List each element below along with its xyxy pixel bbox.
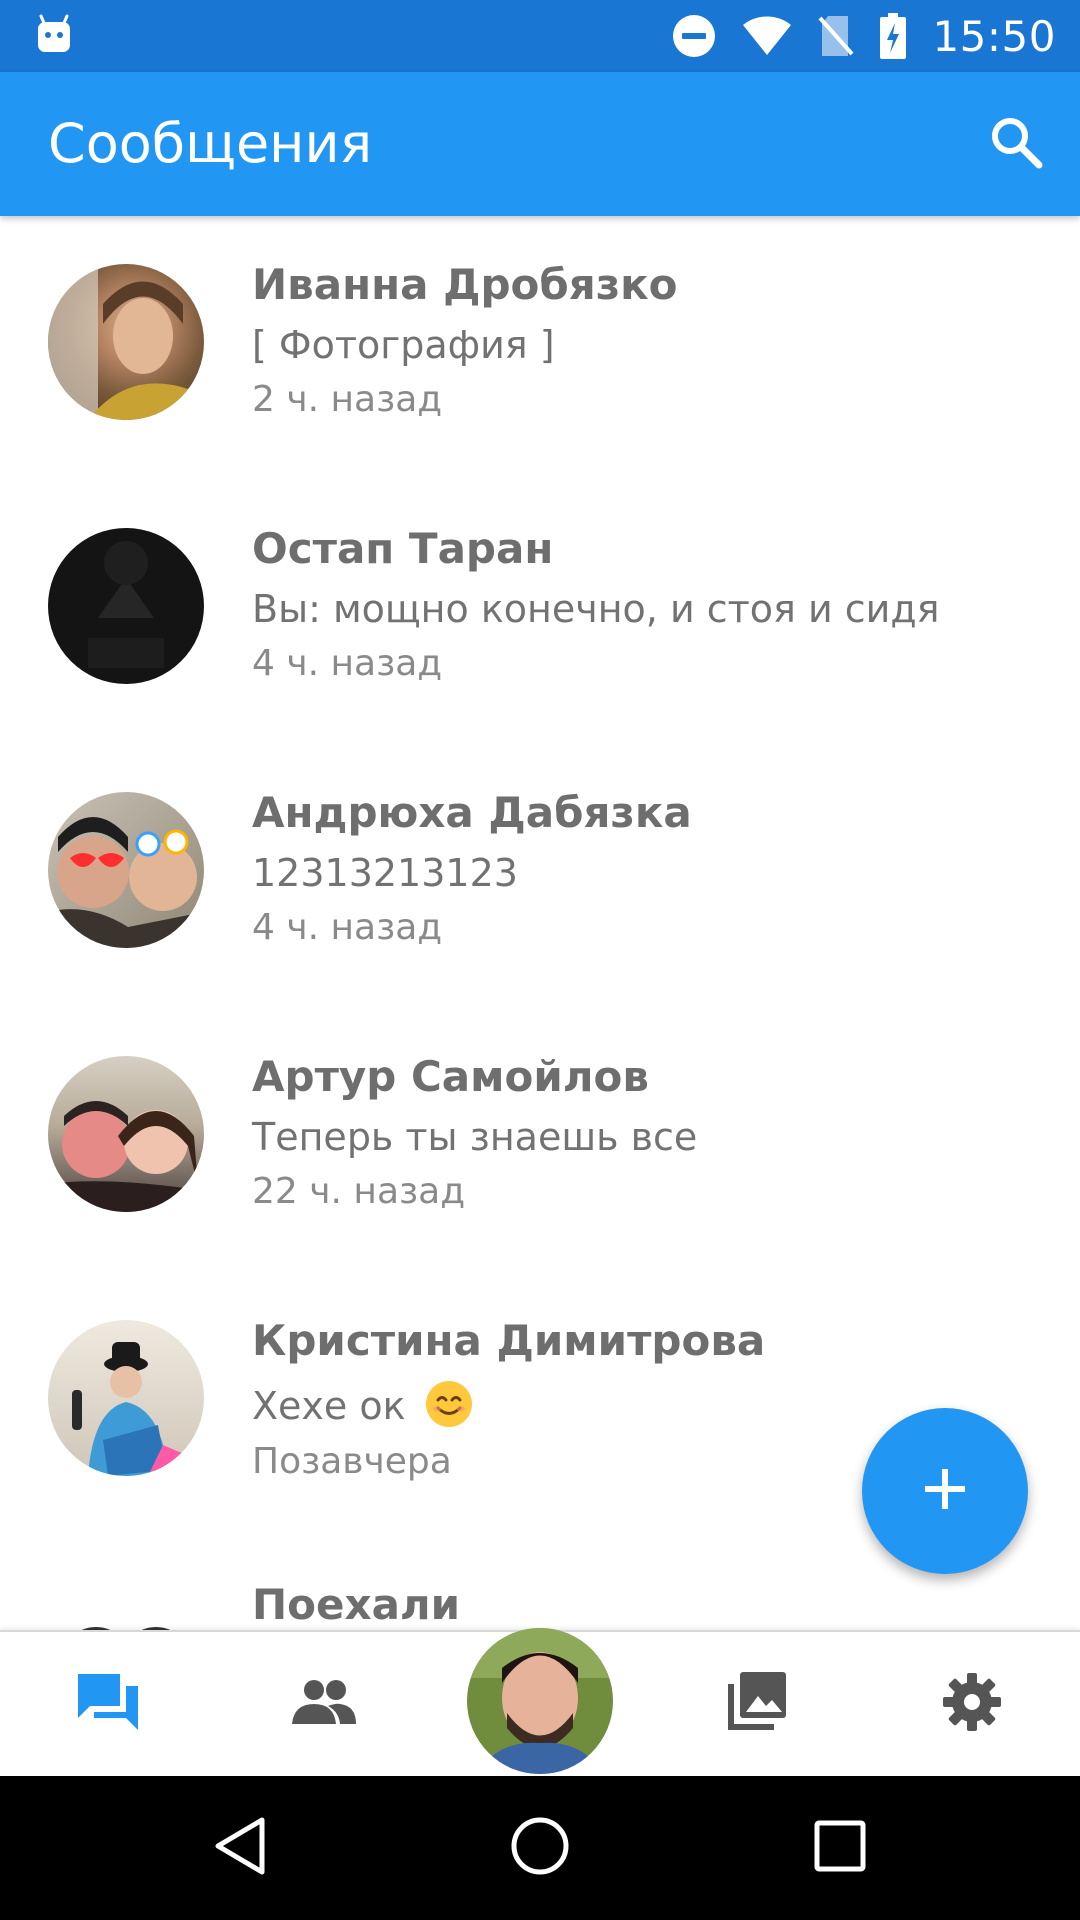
app-bar: Сообщения [0, 72, 1080, 216]
avatar [48, 528, 204, 684]
messages-icon [76, 1672, 140, 1737]
avatar [48, 264, 204, 420]
status-bar: 15:50 [0, 0, 1080, 72]
message-preview: Вы: мощно конечно, и стоя и сидя [252, 587, 940, 631]
recents-icon [813, 1819, 867, 1878]
home-button[interactable] [504, 1812, 576, 1884]
message-time: 22 ч. назад [252, 1171, 466, 1212]
search-icon [988, 114, 1044, 175]
home-icon [510, 1816, 570, 1881]
avatar [48, 1056, 204, 1212]
battery-charging-icon [880, 13, 907, 59]
contact-name: Остап Таран [252, 524, 554, 573]
no-sim-icon [818, 14, 854, 58]
message-preview: 12313213123 [252, 851, 518, 895]
smiling-face-emoji [424, 1379, 474, 1429]
contact-name: Поехали [252, 1580, 461, 1629]
avatar [48, 1320, 204, 1476]
conversation-item[interactable]: Остап Таран Вы: мощно конечно, и стоя и … [0, 480, 1080, 744]
conversation-item[interactable]: Артур Самойлов Теперь ты знаешь все 22 ч… [0, 1008, 1080, 1272]
contact-name: Иванна Дробязко [252, 260, 678, 309]
nav-messages[interactable] [0, 1632, 216, 1776]
friends-icon [292, 1678, 356, 1731]
message-time: 2 ч. назад [252, 379, 443, 420]
back-icon [212, 1816, 268, 1881]
message-preview-text: Хехе ок [252, 1384, 406, 1428]
profile-avatar [467, 1628, 613, 1774]
back-button[interactable] [204, 1812, 276, 1884]
search-button[interactable] [982, 110, 1050, 178]
nav-settings[interactable] [864, 1632, 1080, 1776]
message-time: 4 ч. назад [252, 907, 443, 948]
message-time: 4 ч. назад [252, 643, 443, 684]
conversation-item[interactable]: Андрюха Дабязка 12313213123 4 ч. назад [0, 744, 1080, 1008]
settings-icon [941, 1671, 1003, 1738]
status-clock: 15:50 [932, 11, 1056, 61]
contact-name: Кристина Димитрова [252, 1316, 766, 1365]
bottom-navigation [0, 1628, 1080, 1776]
contact-name: Артур Самойлов [252, 1052, 649, 1101]
avatar [48, 1584, 204, 1630]
do-not-disturb-icon [672, 14, 716, 58]
wifi-icon [742, 16, 792, 56]
message-preview: [ Фотография ] [252, 323, 555, 367]
photos-icon [724, 1670, 788, 1739]
nav-photos[interactable] [648, 1632, 864, 1776]
nav-profile[interactable] [432, 1628, 648, 1776]
plus-icon [921, 1465, 969, 1518]
avatar [48, 792, 204, 948]
message-preview: Теперь ты знаешь все [252, 1115, 698, 1159]
android-icon [36, 14, 72, 54]
system-navigation-bar [0, 1776, 1080, 1920]
contact-name: Андрюха Дабязка [252, 788, 692, 837]
page-title: Сообщения [48, 112, 373, 175]
conversation-item[interactable]: Иванна Дробязко [ Фотография ] 2 ч. наза… [0, 216, 1080, 480]
new-message-button[interactable] [862, 1408, 1028, 1574]
nav-friends[interactable] [216, 1632, 432, 1776]
recents-button[interactable] [804, 1812, 876, 1884]
